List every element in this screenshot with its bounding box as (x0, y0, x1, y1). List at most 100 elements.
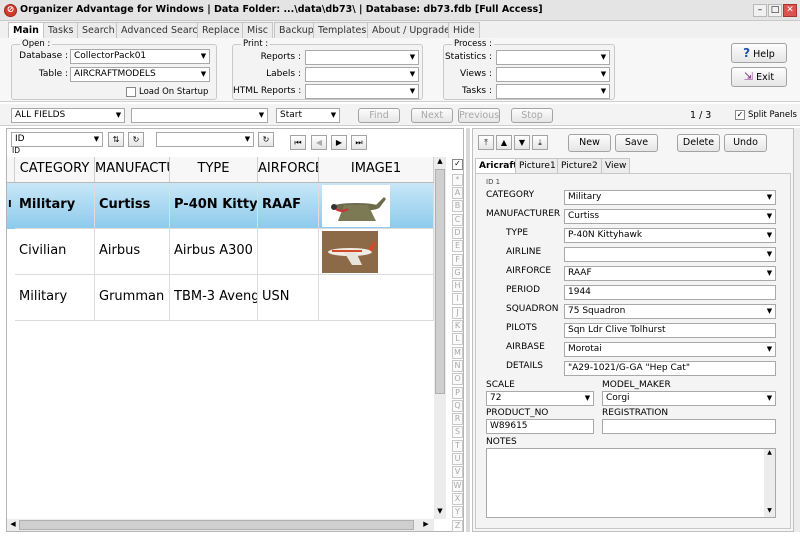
registration-field[interactable] (602, 419, 776, 434)
airbase-field[interactable]: Morotai ▼ (564, 342, 776, 357)
alphabet-index-s[interactable]: S (452, 426, 463, 439)
product-no-field[interactable]: W89615 (486, 419, 594, 434)
alphabet-index-all[interactable]: * (452, 174, 463, 186)
alphabet-index-x[interactable]: X (452, 492, 463, 505)
tab-tasks[interactable]: Tasks (43, 22, 79, 38)
alphabet-index-i[interactable]: I (452, 293, 463, 306)
maximize-button[interactable]: □ (768, 4, 782, 17)
search-mode-select[interactable]: Start ▼ (276, 108, 340, 123)
search-field-select[interactable]: ALL FIELDS ▼ (11, 108, 125, 123)
notes-scrollbar[interactable]: ▲ ▼ (764, 449, 775, 517)
previous-button[interactable]: Previous (458, 108, 500, 123)
grid-horizontal-scrollbar[interactable]: ◀ ▶ (7, 519, 434, 531)
alphabet-index-toggle[interactable]: ✓ (452, 159, 463, 170)
cell-image1[interactable] (319, 275, 434, 321)
tab-hide[interactable]: Hide (448, 22, 480, 38)
alphabet-index-d[interactable]: D (452, 226, 463, 239)
airforce-field[interactable]: RAAF ▼ (564, 266, 776, 281)
alphabet-index-w[interactable]: W (452, 479, 463, 492)
undo-button[interactable]: Undo (724, 134, 767, 152)
first-record-button[interactable]: ⏮ (290, 135, 306, 150)
alphabet-index-f[interactable]: F (452, 253, 463, 266)
column-header-airforce[interactable]: AIRFORCE (258, 157, 319, 183)
cell-category[interactable]: Civilian (15, 229, 95, 275)
find-button[interactable]: Find (358, 108, 400, 123)
minimize-button[interactable]: – (753, 4, 767, 17)
table-row[interactable]: Civilian Airbus Airbus A300 B (7, 229, 434, 275)
tab-search[interactable]: Search (77, 22, 120, 38)
cell-airforce[interactable]: RAAF (258, 183, 319, 229)
alphabet-index-j[interactable]: J (452, 306, 463, 319)
alphabet-index-n[interactable]: N (452, 359, 463, 372)
refresh-sort-button[interactable]: ↻ (128, 132, 144, 147)
move-down-button[interactable]: ▼ (514, 135, 530, 150)
scroll-down-arrow[interactable]: ▼ (764, 507, 775, 517)
alphabet-index-v[interactable]: V (452, 466, 463, 479)
scroll-up-arrow[interactable]: ▲ (435, 157, 445, 167)
views-select[interactable]: ▼ (496, 67, 610, 82)
next-button[interactable]: Next (411, 108, 453, 123)
new-button[interactable]: New (568, 134, 611, 152)
cell-category[interactable]: Military (15, 183, 95, 229)
tab-advanced-search[interactable]: Advanced Search (116, 22, 209, 38)
filter-select[interactable]: ▼ (156, 132, 254, 147)
type-field[interactable]: P-40N Kittyhawk ▼ (564, 228, 776, 243)
delete-button[interactable]: Delete (677, 134, 720, 152)
alphabet-index-l[interactable]: L (452, 333, 463, 346)
column-header-type[interactable]: TYPE (170, 157, 258, 183)
statistics-select[interactable]: ▼ (496, 50, 610, 65)
details-field[interactable]: "A29-1021/G-GA "Hep Cat" (564, 361, 776, 376)
scroll-down-arrow[interactable]: ▼ (435, 507, 445, 517)
alphabet-index-y[interactable]: Y (452, 506, 463, 519)
table-select[interactable]: AIRCRAFTMODELS ▼ (70, 67, 210, 82)
labels-select[interactable]: ▼ (305, 67, 419, 82)
database-select[interactable]: CollectorPack01 ▼ (70, 49, 210, 64)
alphabet-index-u[interactable]: U (452, 453, 463, 465)
help-button[interactable]: ? Help (731, 43, 787, 63)
html-reports-select[interactable]: ▼ (305, 84, 419, 99)
subtab-picture1[interactable]: Picture1 (515, 158, 560, 173)
table-row[interactable]: Military Grumman TBM-3 Avenger USN (7, 275, 434, 321)
move-top-button[interactable]: ⤒ (478, 135, 494, 150)
column-header-manufacturer[interactable]: MANUFACTURER (95, 157, 170, 183)
scroll-left-arrow[interactable]: ◀ (8, 520, 18, 530)
refresh-filter-button[interactable]: ↻ (258, 132, 274, 147)
alphabet-index-m[interactable]: M (452, 346, 463, 359)
table-row[interactable]: I Military Curtiss P-40N Kittyhawk RAAF (7, 183, 434, 229)
alphabet-index-a[interactable]: A (452, 187, 463, 199)
alphabet-index-q[interactable]: Q (452, 399, 463, 412)
tab-templates[interactable]: Templates (313, 22, 372, 38)
cell-type[interactable]: Airbus A300 B (170, 229, 258, 275)
cell-type[interactable]: TBM-3 Avenger (170, 275, 258, 321)
scroll-thumb[interactable] (19, 520, 414, 530)
cell-manufacturer[interactable]: Curtiss (95, 183, 170, 229)
reports-select[interactable]: ▼ (305, 50, 419, 65)
alphabet-index-t[interactable]: T (452, 439, 463, 452)
alphabet-index-z[interactable]: Z (452, 519, 463, 532)
category-field[interactable]: Military ▼ (564, 190, 776, 205)
alphabet-index-e[interactable]: E (452, 240, 463, 253)
close-button[interactable]: ✕ (783, 4, 797, 17)
tab-main[interactable]: Main (8, 22, 44, 39)
save-button[interactable]: Save (615, 134, 658, 152)
tasks-select[interactable]: ▼ (496, 84, 610, 99)
alphabet-index-b[interactable]: B (452, 200, 463, 213)
alphabet-index-r[interactable]: R (452, 413, 463, 426)
subtab-view[interactable]: View (601, 158, 631, 173)
sort-direction-button[interactable]: ⇅ (108, 132, 124, 147)
squadron-field[interactable]: 75 Squadron ▼ (564, 304, 776, 319)
panel-splitter[interactable] (466, 128, 470, 532)
column-header-image1[interactable]: IMAGE1 (319, 157, 434, 183)
column-header-category[interactable]: CATEGORY (15, 157, 95, 183)
cell-manufacturer[interactable]: Grumman (95, 275, 170, 321)
cell-airforce[interactable] (258, 229, 319, 275)
stop-button[interactable]: Stop (511, 108, 553, 123)
load-on-startup-checkbox[interactable] (126, 87, 136, 97)
alphabet-index-h[interactable]: H (452, 280, 463, 293)
move-bottom-button[interactable]: ⤓ (532, 135, 548, 150)
scroll-right-arrow[interactable]: ▶ (421, 520, 431, 530)
last-record-button[interactable]: ⏭ (351, 135, 367, 150)
alphabet-index-o[interactable]: O (452, 373, 463, 386)
alphabet-index-g[interactable]: G (452, 266, 463, 279)
cell-manufacturer[interactable]: Airbus (95, 229, 170, 275)
